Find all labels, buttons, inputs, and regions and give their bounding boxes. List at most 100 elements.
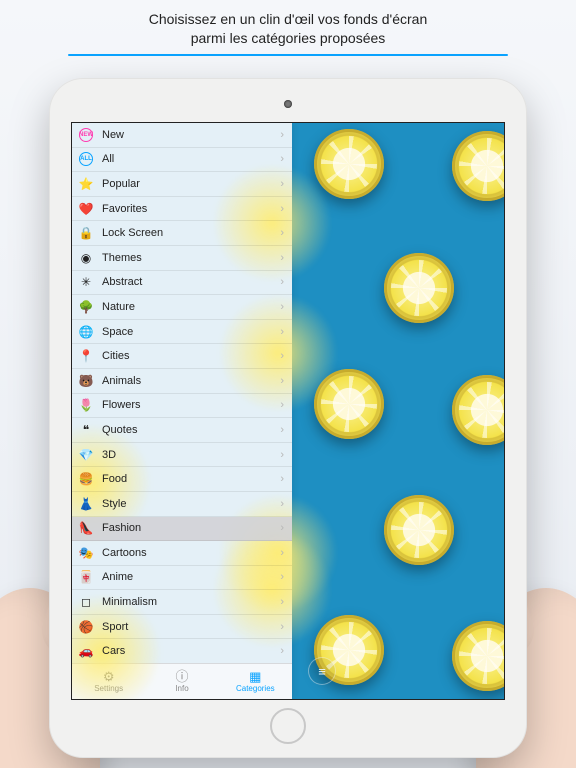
tab-settings[interactable]: ⚙ Settings xyxy=(72,664,145,699)
chevron-right-icon: › xyxy=(280,473,284,485)
chevron-right-icon: › xyxy=(280,276,284,288)
chevron-right-icon: › xyxy=(280,153,284,165)
food-icon: 🍔 xyxy=(78,471,94,487)
category-label: Cities xyxy=(102,350,130,362)
category-label: Flowers xyxy=(102,399,141,411)
category-label: Animals xyxy=(102,375,141,387)
tree-icon: 🌳 xyxy=(78,299,94,315)
category-label: Popular xyxy=(102,178,140,190)
category-row-food[interactable]: 🍔 Food › xyxy=(72,467,292,492)
gem-icon: 💎 xyxy=(78,447,94,463)
lemon-slice-icon xyxy=(452,131,505,201)
category-label: Favorites xyxy=(102,203,147,215)
chevron-right-icon: › xyxy=(280,424,284,436)
category-label: Food xyxy=(102,473,127,485)
promo-line1: Choisissez en un clin d'œil vos fonds d'… xyxy=(40,10,536,29)
category-row-cartoons[interactable]: 🎭Cartoons› xyxy=(72,541,292,566)
category-row-favorites[interactable]: ❤️Favorites› xyxy=(72,197,292,222)
chevron-right-icon: › xyxy=(280,227,284,239)
category-row-quotes[interactable]: ❝Quotes› xyxy=(72,418,292,443)
tab-categories[interactable]: ▦ Categories xyxy=(219,664,292,699)
bear-icon: 🐻 xyxy=(78,373,94,389)
promo-line2: parmi les catégories proposées xyxy=(40,29,536,48)
chevron-right-icon: › xyxy=(280,449,284,461)
category-label: Minimalism xyxy=(102,596,157,608)
chevron-right-icon: › xyxy=(280,596,284,608)
tablet-frame: ≡ NEWNew›ALLAll›⭐Popular›❤️Favorites›🔒Lo… xyxy=(49,78,527,758)
category-row-lock-screen[interactable]: 🔒 Lock Screen › xyxy=(72,221,292,246)
fashion-icon: 👠 xyxy=(78,520,94,536)
category-label: Abstract xyxy=(102,276,142,288)
cartoon-icon: 🎭 xyxy=(78,545,94,561)
tab-info[interactable]: ⓘ Info xyxy=(145,664,218,699)
chevron-right-icon: › xyxy=(280,301,284,313)
themes-icon: ◉ xyxy=(78,250,94,266)
category-label: 3D xyxy=(102,449,116,461)
category-label: Fashion xyxy=(102,522,141,534)
category-list[interactable]: NEWNew›ALLAll›⭐Popular›❤️Favorites›🔒Lock… xyxy=(72,123,292,663)
category-row-abstract[interactable]: ✳Abstract› xyxy=(72,271,292,296)
menu-button[interactable]: ≡ xyxy=(308,657,336,685)
tablet-camera xyxy=(284,100,292,108)
chevron-right-icon: › xyxy=(280,498,284,510)
category-label: Cartoons xyxy=(102,547,147,559)
category-row-themes[interactable]: ◉ Themes › xyxy=(72,246,292,271)
chevron-right-icon: › xyxy=(280,252,284,264)
category-row-anime[interactable]: 🀄 Anime › xyxy=(72,566,292,591)
info-icon: ⓘ xyxy=(175,670,188,683)
category-row-sport[interactable]: 🏀Sport› xyxy=(72,615,292,640)
tab-label: Categories xyxy=(236,684,275,693)
home-button[interactable] xyxy=(270,708,306,744)
chevron-right-icon: › xyxy=(280,399,284,411)
all-icon: ALL xyxy=(78,151,94,167)
chevron-right-icon: › xyxy=(280,326,284,338)
chevron-right-icon: › xyxy=(280,571,284,583)
category-row-space[interactable]: 🌐 Space › xyxy=(72,320,292,345)
anime-icon: 🀄 xyxy=(78,569,94,585)
chevron-right-icon: › xyxy=(280,350,284,362)
category-row-animals[interactable]: 🐻 Animals › xyxy=(72,369,292,394)
lemon-slice-icon xyxy=(384,495,454,565)
lemon-slice-icon xyxy=(314,369,384,439)
chevron-right-icon: › xyxy=(280,129,284,141)
category-row-3d[interactable]: 💎 3D › xyxy=(72,443,292,468)
lock-icon: 🔒 xyxy=(78,225,94,241)
category-row-flowers[interactable]: 🌷 Flowers › xyxy=(72,394,292,419)
lemon-slice-icon xyxy=(384,253,454,323)
grid-icon: ▦ xyxy=(249,670,261,683)
category-label: Themes xyxy=(102,252,142,264)
tab-label: Settings xyxy=(94,684,123,693)
quote-icon: ❝ xyxy=(78,422,94,438)
gear-icon: ⚙ xyxy=(103,670,115,683)
category-row-cities[interactable]: 📍 Cities › xyxy=(72,344,292,369)
chevron-right-icon: › xyxy=(280,375,284,387)
category-label: All xyxy=(102,153,114,165)
lemon-slice-icon xyxy=(314,129,384,199)
category-row-style[interactable]: 👗Style› xyxy=(72,492,292,517)
chevron-right-icon: › xyxy=(280,522,284,534)
category-row-nature[interactable]: 🌳 Nature › xyxy=(72,295,292,320)
pin-icon: 📍 xyxy=(78,348,94,364)
category-row-all[interactable]: ALL All › xyxy=(72,148,292,173)
category-row-new[interactable]: NEWNew› xyxy=(72,123,292,148)
category-label: Nature xyxy=(102,301,135,313)
flower-icon: 🌷 xyxy=(78,397,94,413)
category-label: Anime xyxy=(102,571,133,583)
heart-icon: ❤️ xyxy=(78,201,94,217)
category-label: Sport xyxy=(102,621,128,633)
categories-sidebar: NEWNew›ALLAll›⭐Popular›❤️Favorites›🔒Lock… xyxy=(72,123,292,699)
category-label: Space xyxy=(102,326,133,338)
car-icon: 🚗 xyxy=(78,643,94,659)
category-row-popular[interactable]: ⭐Popular› xyxy=(72,172,292,197)
globe-icon: 🌐 xyxy=(78,324,94,340)
chevron-right-icon: › xyxy=(280,645,284,657)
app-screen: ≡ NEWNew›ALLAll›⭐Popular›❤️Favorites›🔒Lo… xyxy=(71,122,505,700)
category-row-fashion[interactable]: 👠 Fashion › xyxy=(72,517,292,542)
style-icon: 👗 xyxy=(78,496,94,512)
category-row-cars[interactable]: 🚗Cars› xyxy=(72,639,292,663)
min-icon: ◻ xyxy=(78,594,94,610)
chevron-right-icon: › xyxy=(280,178,284,190)
category-label: Lock Screen xyxy=(102,227,163,239)
category-row-minimalism[interactable]: ◻ Minimalism › xyxy=(72,590,292,615)
lemon-slice-icon xyxy=(452,621,505,691)
